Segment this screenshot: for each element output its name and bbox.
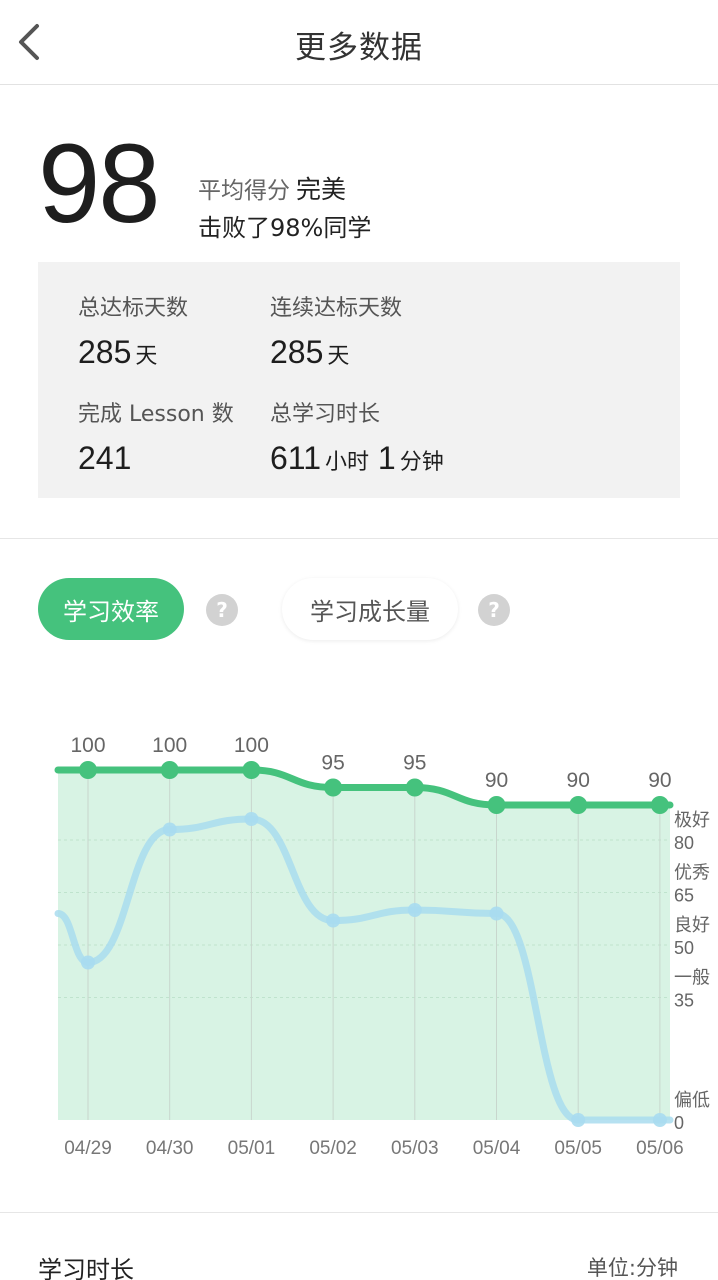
time-hours-unit: 小时	[325, 450, 370, 475]
beat-percentage-text: 击败了98%同学	[198, 214, 372, 242]
total-days-number: 285	[78, 334, 132, 370]
chart-point-main	[569, 796, 588, 814]
chart-y-tick-name: 极好	[674, 810, 710, 831]
chart-y-tick-value: 65	[674, 886, 694, 906]
score-level: 完美	[296, 175, 347, 204]
stat-value: 611 小时 1 分钟	[270, 440, 444, 477]
chart-x-tick-label: 05/05	[554, 1138, 602, 1159]
chart-data-label: 100	[234, 734, 269, 757]
chart-point-main	[405, 778, 424, 797]
chart-point-secondary	[162, 822, 177, 837]
chart-x-tick-label: 05/01	[228, 1138, 276, 1159]
chart-x-tick-label: 05/06	[636, 1138, 684, 1159]
chart-y-tick-value: 0	[674, 1113, 684, 1133]
app-screen: 更多数据 98 平均得分 完美 击败了98%同学 总达标天数 285 天 连续达标天…	[0, 0, 718, 1280]
chart-data-label: 100	[152, 734, 187, 757]
total-days-unit: 天	[135, 344, 158, 369]
chart-data-label: 95	[321, 752, 344, 775]
average-score-label: 平均得分	[198, 178, 290, 204]
efficiency-chart: 100 100 100 95 95 90 90 90 04/29 04/30 05/01 05/02 0…	[54, 734, 710, 1159]
average-score-value: 98	[38, 121, 161, 246]
chart-y-tick-name: 一般	[674, 968, 710, 989]
chart-point-secondary	[244, 812, 259, 826]
chart-data-label: 100	[70, 734, 105, 757]
chart-point-secondary	[407, 903, 422, 917]
chart-data-label: 95	[403, 752, 426, 775]
chart-point-main	[79, 761, 97, 779]
chart-data-label: 90	[485, 769, 508, 792]
chart-y-tick-value: 35	[674, 991, 694, 1011]
section-divider	[0, 538, 718, 539]
consecutive-days-number: 285	[270, 334, 324, 370]
chart-point-main	[487, 796, 506, 814]
stat-total-time: 总学习时长 611 小时 1 分钟	[270, 396, 444, 477]
header-bar: 更多数据	[0, 0, 718, 85]
consecutive-days-unit: 天	[327, 344, 350, 369]
average-score-caption: 平均得分 完美	[198, 170, 346, 206]
lessons-number: 241	[78, 440, 132, 476]
page-title: 更多数据	[295, 30, 423, 66]
stat-label: 完成 Lesson 数	[78, 402, 234, 427]
stat-label: 连续达标天数	[270, 296, 403, 321]
chart-point-secondary	[489, 906, 504, 921]
chart-y-tick-name: 良好	[674, 915, 710, 936]
chart-y-tick-name: 优秀	[674, 863, 710, 884]
stat-value: 285 天	[78, 334, 188, 371]
chart-point-secondary	[571, 1113, 586, 1127]
chart-x-tick-label: 05/03	[391, 1138, 439, 1159]
chart-point-secondary	[326, 913, 341, 928]
chart-point-main	[324, 778, 343, 797]
chart-point-secondary	[652, 1113, 667, 1127]
study-time-title: 学习时长	[38, 1256, 134, 1280]
chart-y-tick-name: 偏低	[674, 1090, 710, 1111]
stats-panel: 总达标天数 285 天 连续达标天数 285 天 完成 Lesson 数 241 总…	[38, 262, 680, 498]
chart-data-label: 90	[567, 769, 590, 792]
chart-point-secondary	[81, 955, 95, 970]
efficiency-help-icon[interactable]: ?	[206, 594, 238, 626]
time-hours-number: 611	[270, 440, 322, 476]
tab-learning-efficiency[interactable]: 学习效率	[38, 578, 184, 640]
chart-point-main	[242, 761, 261, 779]
chart-y-tick-value: 80	[674, 833, 694, 853]
section-divider	[0, 1212, 718, 1213]
chart-x-tick-label: 05/04	[473, 1138, 521, 1159]
chart-point-main	[160, 761, 179, 779]
chart-point-main	[650, 796, 669, 814]
study-time-unit: 单位:分钟	[586, 1256, 678, 1280]
stat-total-days: 总达标天数 285 天	[78, 290, 188, 371]
stat-label: 总达标天数	[78, 296, 189, 321]
stat-lessons-completed: 完成 Lesson 数 241	[78, 396, 234, 477]
stat-consecutive-days: 连续达标天数 285 天	[270, 290, 402, 371]
time-minutes-number: 1	[377, 440, 396, 476]
chart-x-tick-label: 04/29	[64, 1138, 112, 1159]
stat-value: 285 天	[270, 334, 402, 371]
stat-label: 总学习时长	[270, 402, 381, 427]
chart-x-tick-label: 04/30	[146, 1138, 194, 1159]
chart-y-tick-value: 50	[674, 938, 694, 958]
chart-x-tick-label: 05/02	[309, 1138, 357, 1159]
time-minutes-unit: 分钟	[399, 450, 444, 475]
chart-data-label: 90	[648, 769, 671, 792]
tab-learning-growth[interactable]: 学习成长量	[282, 578, 458, 640]
growth-help-icon[interactable]: ?	[478, 594, 510, 626]
